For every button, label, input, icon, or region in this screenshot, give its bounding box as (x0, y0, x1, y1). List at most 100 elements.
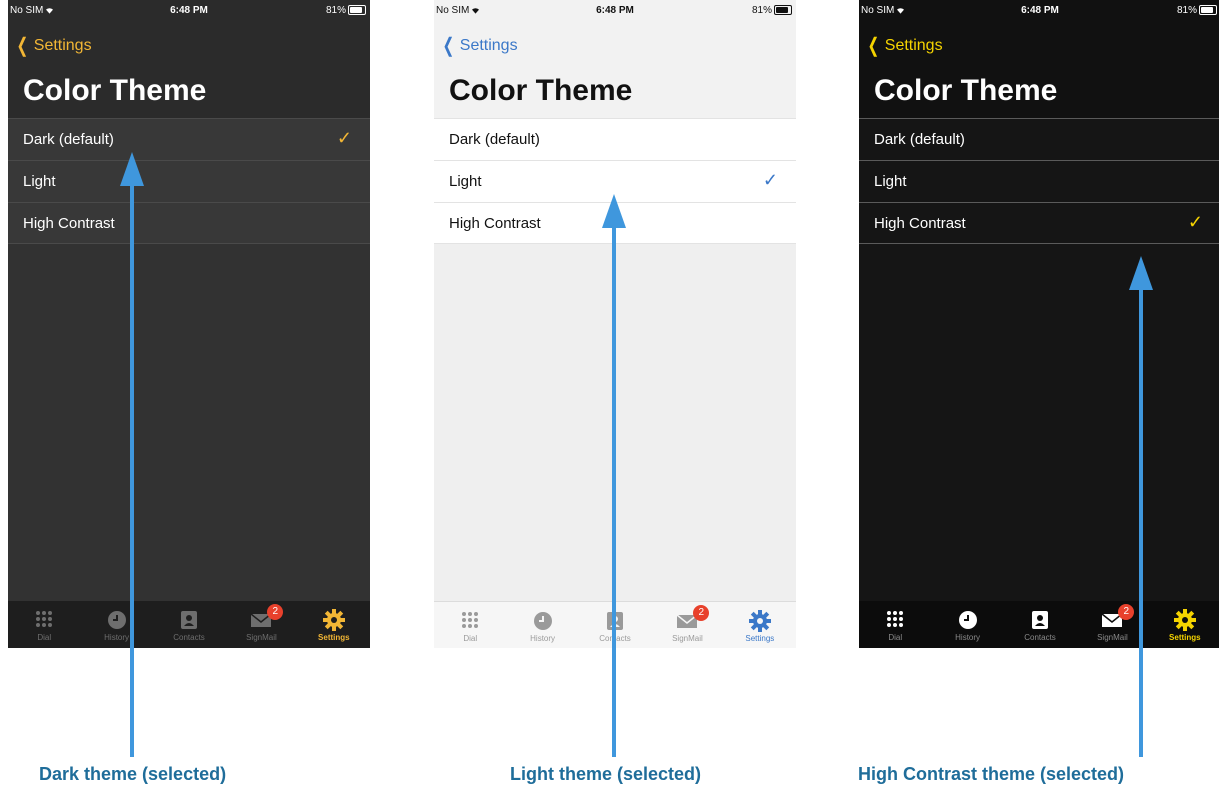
tab-label: Dial (888, 633, 903, 642)
back-button[interactable]: ❮ Settings (865, 35, 943, 57)
battery-icon (774, 5, 792, 16)
contacts-book-icon (606, 608, 624, 634)
caption-light: Light theme (selected) (510, 764, 702, 784)
phone-high-contrast-theme: No SIM 6:48 PM 81% ❮ Settings Color Theme… (859, 0, 1219, 648)
tab-label: SignMail (246, 633, 277, 642)
option-label: High Contrast (449, 214, 541, 232)
tab-settings[interactable]: Settings (298, 601, 370, 648)
option-light[interactable]: Light (8, 160, 370, 202)
clock-icon (107, 607, 127, 633)
theme-option-list: Dark (default) Light ✓ High Contrast (434, 118, 796, 244)
battery-icon (348, 5, 366, 16)
clock-time: 6:48 PM (1021, 5, 1059, 16)
tab-label: Dial (37, 633, 52, 642)
theme-option-list: Dark (default) Light High Contrast ✓ (859, 118, 1219, 244)
unread-badge: 2 (693, 605, 710, 621)
tab-dial[interactable]: Dial (8, 601, 80, 648)
tab-bar: Dial History Contacts 2 SignMail Settings (859, 601, 1219, 648)
option-high-contrast[interactable]: High Contrast ✓ (859, 202, 1219, 244)
option-label: Light (23, 173, 56, 190)
tab-label: Dial (463, 634, 478, 643)
tab-contacts[interactable]: Contacts (1004, 601, 1076, 648)
tab-label: Contacts (173, 633, 205, 642)
page-title: Color Theme (874, 74, 1058, 107)
unread-badge: 2 (1118, 604, 1135, 620)
option-dark[interactable]: Dark (default) ✓ (8, 118, 370, 160)
page-title: Color Theme (449, 74, 633, 107)
clock-time: 6:48 PM (596, 5, 634, 16)
unread-badge: 2 (267, 604, 284, 620)
tab-contacts[interactable]: Contacts (579, 602, 651, 648)
option-light[interactable]: Light ✓ (434, 160, 796, 202)
gear-icon (748, 608, 771, 634)
tab-contacts[interactable]: Contacts (153, 601, 225, 648)
option-label: High Contrast (23, 214, 115, 232)
option-high-contrast[interactable]: High Contrast (8, 202, 370, 244)
tab-history[interactable]: History (80, 601, 152, 648)
tab-label: Settings (1169, 633, 1201, 642)
theme-option-list: Dark (default) ✓ Light High Contrast (8, 118, 370, 244)
contacts-book-icon (180, 607, 198, 633)
option-label: Dark (default) (874, 131, 965, 148)
tab-signmail[interactable]: 2 SignMail (651, 602, 723, 648)
back-button[interactable]: ❮ Settings (440, 35, 518, 57)
option-dark[interactable]: Dark (default) (434, 118, 796, 160)
option-dark[interactable]: Dark (default) (859, 118, 1219, 160)
tab-history[interactable]: History (506, 602, 578, 648)
option-high-contrast[interactable]: High Contrast (434, 202, 796, 244)
checkmark-icon: ✓ (336, 128, 352, 148)
back-label: Settings (33, 37, 92, 54)
option-label: Dark (default) (23, 131, 114, 148)
status-bar: No SIM 6:48 PM 81% (859, 0, 1219, 22)
clock-icon (958, 607, 978, 633)
back-button[interactable]: ❮ Settings (14, 35, 92, 57)
tab-label: History (104, 633, 130, 642)
checkmark-icon: ✓ (1187, 212, 1203, 232)
clock-icon (533, 608, 553, 634)
tab-label: Settings (318, 633, 350, 642)
keypad-icon (885, 607, 905, 633)
phone-light-theme: No SIM 6:48 PM 81% ❮ Settings Color Theme… (434, 0, 796, 648)
tab-dial[interactable]: Dial (434, 602, 506, 648)
keypad-icon (34, 607, 54, 633)
chevron-left-icon: ❮ (16, 35, 29, 57)
tab-history[interactable]: History (931, 601, 1003, 648)
back-label: Settings (884, 37, 943, 54)
battery-percent: 81% (325, 5, 346, 16)
gear-icon (322, 607, 345, 633)
tab-label: Contacts (1024, 633, 1056, 642)
tab-signmail[interactable]: 2 SignMail (225, 601, 297, 648)
tab-settings[interactable]: Settings (1149, 601, 1219, 648)
status-bar: No SIM 6:48 PM 81% (434, 0, 796, 22)
option-light[interactable]: Light (859, 160, 1219, 202)
option-label: Dark (default) (449, 131, 540, 148)
tab-label: SignMail (1097, 633, 1128, 642)
page-title: Color Theme (23, 74, 207, 107)
tab-label: Contacts (599, 634, 631, 643)
option-label: Light (874, 173, 907, 190)
tab-label: Settings (745, 634, 775, 643)
option-label: High Contrast (874, 214, 966, 232)
back-label: Settings (459, 37, 518, 54)
keypad-icon (460, 608, 480, 634)
phone-dark-theme: No SIM 6:48 PM 81% ❮ Settings Color Theme… (8, 0, 370, 648)
caption-dark: Dark theme (selected) (39, 764, 227, 784)
battery-percent: 81% (751, 5, 772, 16)
battery-percent: 81% (1176, 5, 1197, 16)
tab-label: History (955, 633, 981, 642)
tab-dial[interactable]: Dial (859, 601, 931, 648)
chevron-left-icon: ❮ (442, 35, 455, 57)
caption-high-contrast: High Contrast theme (selected) (858, 764, 1125, 784)
status-bar: No SIM 6:48 PM 81% (8, 0, 370, 22)
tab-bar: Dial History Contacts 2 SignMail Settings (434, 601, 796, 648)
chevron-left-icon: ❮ (867, 35, 880, 57)
tab-settings[interactable]: Settings (724, 602, 796, 648)
battery-icon (1199, 5, 1217, 16)
tab-label: History (530, 634, 556, 643)
contacts-book-icon (1031, 607, 1049, 633)
gear-icon (1173, 607, 1196, 633)
clock-time: 6:48 PM (170, 5, 208, 16)
checkmark-icon: ✓ (762, 170, 778, 190)
tab-label: SignMail (672, 634, 703, 643)
tab-signmail[interactable]: 2 SignMail (1076, 601, 1148, 648)
